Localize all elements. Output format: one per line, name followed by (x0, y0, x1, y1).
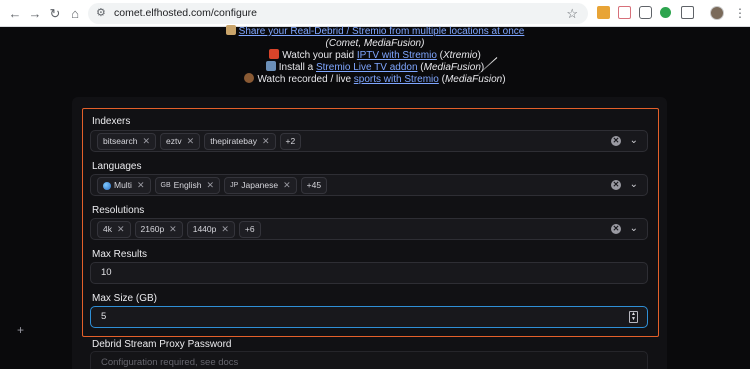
gift-icon (225, 25, 236, 35)
close-icon[interactable]: ✕ (169, 222, 177, 237)
chevron-down-icon[interactable]: ⌄ (630, 222, 638, 236)
iptv-prefix: Watch your paid (282, 50, 357, 61)
proxy-password-label: Debrid Stream Proxy Password (92, 339, 232, 350)
puzzle-icon[interactable] (681, 6, 694, 19)
indexers-select[interactable]: bitsearch ✕ eztv ✕ thepiratebay ✕ +2 ✕ ⌄ (90, 130, 648, 152)
chip-label: Japanese (241, 180, 279, 190)
more-count-badge[interactable]: +2 (279, 133, 302, 150)
reload-icon[interactable]: ↻ (46, 5, 64, 23)
gift-icon (269, 49, 280, 59)
max-results-input[interactable]: 10 (90, 262, 648, 284)
chevron-down-icon[interactable]: ⌄ (630, 134, 638, 148)
extension-icon[interactable] (660, 7, 671, 18)
more-count: +6 (244, 224, 255, 234)
clear-icon[interactable]: ✕ (611, 180, 621, 190)
chip-label: eztv (166, 136, 182, 146)
clear-icon[interactable]: ✕ (611, 224, 621, 234)
number-stepper[interactable]: ▲ ▼ (629, 311, 638, 323)
sparkle-icon: + (17, 323, 25, 337)
site-settings-icon[interactable]: ⚙ (96, 6, 106, 21)
address-bar[interactable]: ⚙ comet.elfhosted.com/configure ☆ (88, 3, 588, 24)
chip-label: Multi (114, 180, 132, 190)
language-chip[interactable]: JP Japanese ✕ (224, 177, 297, 194)
forward-icon[interactable]: → (26, 5, 44, 23)
info-line-sports: Watch recorded / live sports with Stremi… (0, 73, 750, 86)
extension-icon[interactable] (618, 6, 631, 19)
max-size-input[interactable]: 5 ▲ ▼ (90, 306, 648, 328)
sports-paren-close: ) (502, 74, 506, 85)
language-chip[interactable]: Multi ✕ (97, 177, 151, 194)
avatar[interactable] (710, 6, 724, 20)
url-text[interactable]: comet.elfhosted.com/configure (114, 7, 257, 20)
more-count: +45 (306, 180, 322, 190)
kebab-menu-icon[interactable]: ⋮ (734, 5, 746, 21)
iptv-tail: Xtremio (443, 50, 478, 61)
chevron-down-icon[interactable]: ⌄ (630, 178, 638, 192)
proxy-password-input[interactable]: Configuration required, see docs (90, 351, 648, 369)
chip-label: thepiratebay (210, 136, 257, 146)
max-size-label: Max Size (GB) (92, 293, 158, 304)
more-count-badge[interactable]: +6 (238, 221, 261, 238)
flag-icon: JP (230, 182, 239, 189)
proxy-password-placeholder: Configuration required, see docs (101, 357, 239, 368)
close-icon[interactable]: ✕ (137, 178, 145, 193)
resolution-chip[interactable]: 2160p ✕ (134, 221, 183, 238)
max-size-value: 5 (101, 311, 107, 322)
max-results-value: 10 (101, 267, 112, 278)
resolution-chip[interactable]: 1440p ✕ (186, 221, 235, 238)
chip-label: 1440p (192, 224, 217, 234)
close-icon[interactable]: ✕ (262, 134, 270, 149)
close-icon[interactable]: ✕ (117, 222, 125, 237)
indexers-label: Indexers (92, 116, 131, 127)
languages-label: Languages (92, 161, 142, 172)
indexer-chip[interactable]: eztv ✕ (160, 133, 201, 150)
football-icon (244, 73, 255, 83)
sports-prefix: Watch recorded / live (257, 74, 354, 85)
browser-toolbar: ← → ↻ ⌂ ⚙ comet.elfhosted.com/configure … (0, 0, 750, 27)
sports-link[interactable]: sports with Stremio (354, 74, 439, 85)
languages-select[interactable]: Multi ✕ GB English ✕ JP Japanese ✕ +45 ✕ ⌄ (90, 174, 648, 196)
more-count-badge[interactable]: +45 (300, 177, 328, 194)
indexer-chip[interactable]: thepiratebay ✕ (204, 133, 276, 150)
max-results-label: Max Results (92, 249, 148, 260)
more-count: +2 (285, 136, 296, 146)
globe-icon (103, 181, 111, 190)
chip-label: 2160p (140, 224, 165, 234)
flag-icon: GB (160, 182, 171, 189)
close-icon[interactable]: ✕ (221, 222, 229, 237)
share-tail: (Comet, MediaFusion) (325, 38, 425, 49)
chip-label: bitsearch (103, 136, 138, 146)
chip-label: 4k (103, 224, 112, 234)
close-icon[interactable]: ✕ (143, 134, 151, 149)
share-link[interactable]: Share your Real-Debrid / Stremio from mu… (239, 26, 525, 37)
resolutions-label: Resolutions (92, 205, 145, 216)
play-extension-icon[interactable] (639, 6, 652, 19)
home-icon[interactable]: ⌂ (66, 5, 84, 23)
iptv-link[interactable]: IPTV with Stremio (357, 50, 437, 61)
clear-icon[interactable]: ✕ (611, 136, 621, 146)
resolutions-select[interactable]: 4k ✕ 2160p ✕ 1440p ✕ +6 ✕ ⌄ (90, 218, 648, 240)
livetv-link[interactable]: Stremio Live TV addon (316, 62, 418, 73)
livetv-tail: MediaFusion (423, 62, 481, 73)
close-icon[interactable]: ✕ (187, 134, 195, 149)
language-chip[interactable]: GB English ✕ (154, 177, 221, 194)
iptv-paren-close: ) (477, 50, 481, 61)
chip-label: English (173, 180, 202, 190)
tv-icon (265, 61, 276, 71)
close-icon[interactable]: ✕ (283, 178, 291, 193)
close-icon[interactable]: ✕ (207, 178, 215, 193)
indexer-chip[interactable]: bitsearch ✕ (97, 133, 157, 150)
sports-tail: MediaFusion (444, 74, 503, 85)
extension-icon[interactable] (597, 6, 610, 19)
back-icon[interactable]: ← (6, 5, 24, 23)
star-icon[interactable]: ☆ (566, 5, 578, 22)
resolution-chip[interactable]: 4k ✕ (97, 221, 131, 238)
livetv-prefix: Install a (278, 62, 316, 73)
